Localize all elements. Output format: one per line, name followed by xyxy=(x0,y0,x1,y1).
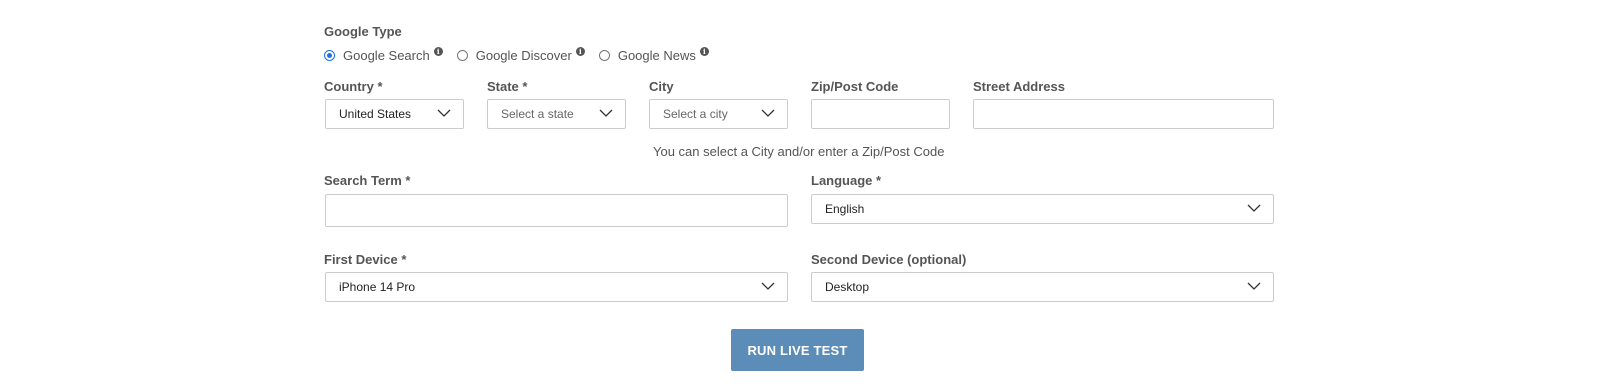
language-label: Language * xyxy=(811,173,882,188)
info-icon[interactable]: i xyxy=(433,46,443,56)
zip-input[interactable] xyxy=(811,99,950,129)
chevron-down-icon xyxy=(761,109,775,117)
chevron-down-icon xyxy=(599,109,613,117)
info-icon[interactable]: i xyxy=(699,46,709,56)
second-device-value: Desktop xyxy=(825,280,870,294)
country-value: United States xyxy=(339,107,412,121)
chevron-down-icon xyxy=(761,282,775,290)
search-term-label: Search Term * xyxy=(324,173,411,188)
location-hint: You can select a City and/or enter a Zip… xyxy=(653,144,945,159)
first-device-label: First Device * xyxy=(324,252,407,267)
radio-button-checked[interactable] xyxy=(324,49,335,61)
radio-label: Google News xyxy=(617,47,696,63)
first-device-value: iPhone 14 Pro xyxy=(339,280,416,294)
radio-button[interactable] xyxy=(598,49,610,61)
radio-label: Google Discover xyxy=(475,47,572,63)
info-icon[interactable]: i xyxy=(575,46,585,56)
radio-label: Google Search xyxy=(343,47,430,63)
language-value: English xyxy=(825,202,865,216)
google-type-label: Google Type xyxy=(324,24,402,39)
chevron-down-icon xyxy=(437,109,451,117)
radio-google-news[interactable]: Google News i xyxy=(598,46,709,63)
zip-label: Zip/Post Code xyxy=(811,79,899,94)
chevron-down-icon xyxy=(1247,204,1261,212)
state-placeholder: Select a state xyxy=(501,107,574,121)
language-select[interactable]: English xyxy=(811,194,1274,224)
state-select[interactable]: Select a state xyxy=(487,99,626,129)
city-label: City xyxy=(649,79,674,94)
chevron-down-icon xyxy=(1247,282,1261,290)
city-select[interactable]: Select a city xyxy=(649,99,788,129)
google-type-radio-group: Google Search i Google Discover i Google… xyxy=(324,46,723,63)
country-label: Country * xyxy=(324,79,383,94)
city-placeholder: Select a city xyxy=(663,107,728,121)
second-device-label: Second Device (optional) xyxy=(811,252,967,267)
second-device-select[interactable]: Desktop xyxy=(811,272,1274,302)
country-select[interactable]: United States xyxy=(325,99,464,129)
search-term-input[interactable] xyxy=(325,194,788,227)
radio-google-discover[interactable]: Google Discover i xyxy=(456,46,585,63)
street-address-label: Street Address xyxy=(973,79,1065,94)
first-device-select[interactable]: iPhone 14 Pro xyxy=(325,272,788,302)
radio-button[interactable] xyxy=(456,49,468,61)
radio-google-search[interactable]: Google Search i xyxy=(324,46,443,63)
run-live-test-button[interactable]: RUN LIVE TEST xyxy=(731,329,864,371)
state-label: State * xyxy=(487,79,528,94)
street-address-input[interactable] xyxy=(973,99,1274,129)
